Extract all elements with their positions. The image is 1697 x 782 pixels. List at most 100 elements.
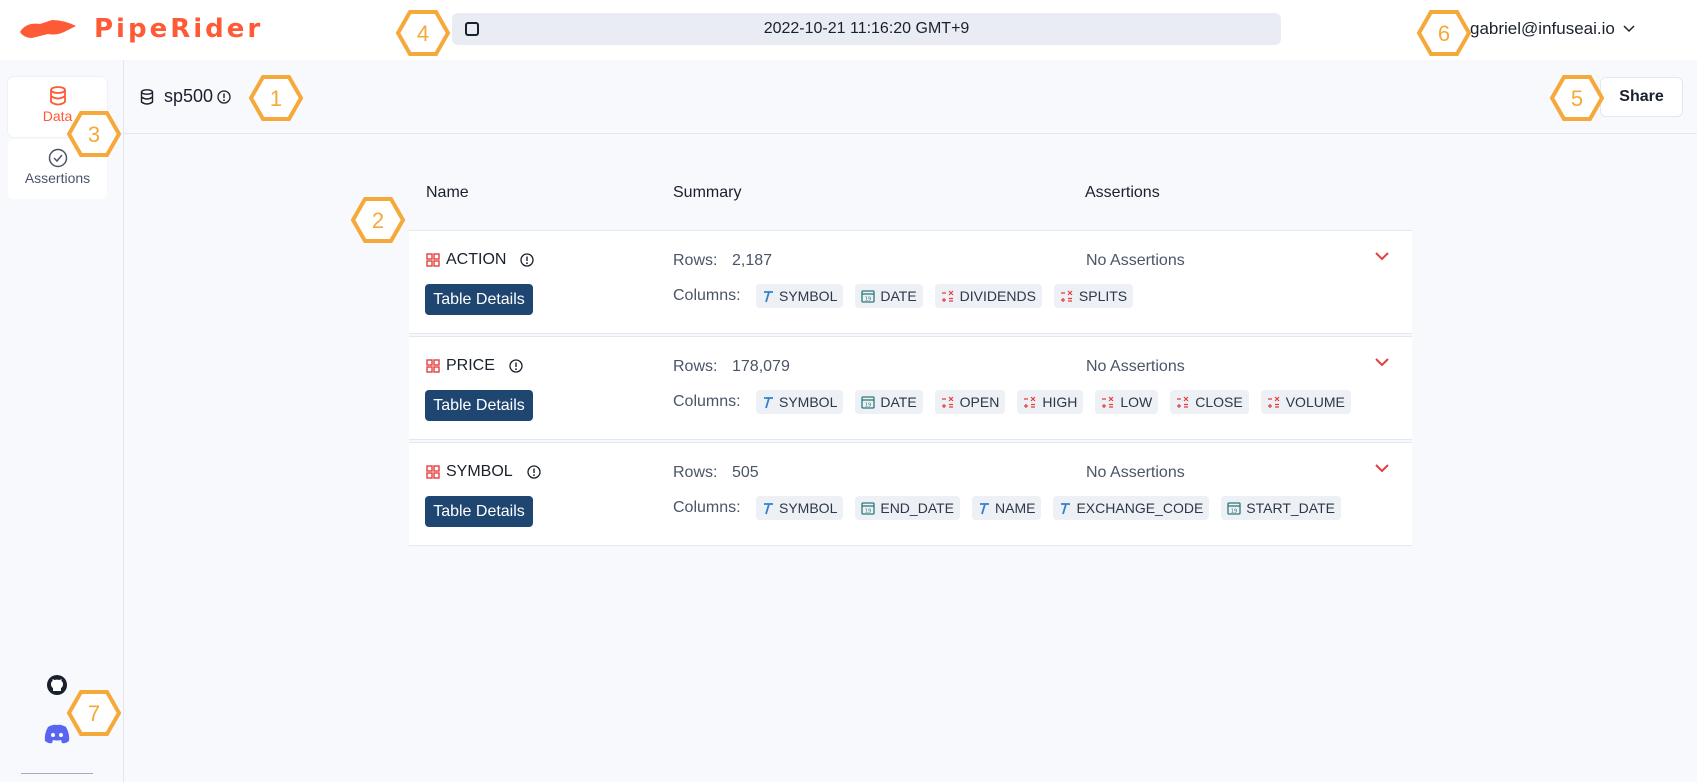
- app-logo[interactable]: PipeRider: [18, 14, 263, 44]
- chevron-down-icon[interactable]: [1374, 251, 1390, 261]
- column-name: NAME: [995, 500, 1036, 516]
- info-icon[interactable]: [527, 465, 541, 479]
- column-name: SPLITS: [1078, 288, 1128, 304]
- text-type-icon: [764, 502, 773, 514]
- row-count: 505: [732, 464, 759, 481]
- column-tag[interactable]: SPLITS: [1053, 284, 1134, 308]
- text-type-icon: [980, 502, 990, 514]
- numeric-type-icon: [941, 396, 954, 408]
- chevron-down-icon[interactable]: [1374, 357, 1390, 367]
- column-tag[interactable]: SYMBOL: [756, 284, 844, 308]
- database-title: sp500: [140, 86, 231, 107]
- database-icon: [49, 86, 66, 106]
- column-tag[interactable]: CLOSE: [1170, 390, 1249, 414]
- table-details-button[interactable]: Table Details: [425, 496, 533, 527]
- text-type-icon: [764, 396, 773, 408]
- column-tag[interactable]: OPEN: [934, 390, 1006, 414]
- svg-text:19: 19: [865, 509, 871, 515]
- database-icon: [140, 88, 154, 105]
- sidebar-item-label: Assertions: [24, 170, 91, 186]
- callout-number: 3: [87, 122, 101, 147]
- column-tag[interactable]: 19 END_DATE: [855, 496, 961, 520]
- callout-marker: 7: [66, 689, 122, 737]
- column-tag[interactable]: DIVIDENDS: [934, 284, 1042, 308]
- callout-marker: 2: [350, 196, 406, 244]
- column-tag-list: SYMBOL 19 END_DATE NAME EXCHANGE_CODE 19 START…: [756, 496, 1341, 520]
- run-datetime-bar[interactable]: 2022-10-21 11:16:20 GMT+9: [452, 13, 1281, 45]
- column-name: OPEN: [959, 394, 1000, 410]
- info-icon[interactable]: [217, 89, 231, 104]
- column-tag[interactable]: VOLUME: [1260, 390, 1351, 414]
- column-tag[interactable]: SYMBOL: [756, 496, 844, 520]
- sidebar-divider: [21, 773, 93, 774]
- column-tag[interactable]: NAME: [972, 496, 1042, 520]
- app-name: PipeRider: [94, 14, 264, 44]
- column-name: START_DATE: [1246, 500, 1335, 516]
- table-name: PRICE: [446, 357, 495, 374]
- info-icon[interactable]: [520, 253, 535, 267]
- table-row[interactable]: SYMBOL Table Details Rows: 505 Columns: SYMBO…: [409, 442, 1412, 546]
- column-tag[interactable]: 19 DATE: [855, 390, 923, 414]
- column-name: SYMBOL: [779, 288, 838, 304]
- content-header: sp500 Share: [124, 60, 1697, 134]
- column-name: DIVIDENDS: [959, 288, 1036, 304]
- column-tag[interactable]: 19 START_DATE: [1221, 496, 1341, 520]
- share-button[interactable]: Share: [1600, 77, 1683, 117]
- table-details-button[interactable]: Table Details: [425, 284, 533, 315]
- column-tag-list: SYMBOL 19 DATE DIVIDENDS SPLITS: [756, 284, 1134, 308]
- table-row[interactable]: ACTION Table Details Rows: 2,187 Columns: SYM…: [409, 230, 1412, 334]
- text-type-icon: [764, 290, 773, 302]
- user-menu[interactable]: gabriel@infuseai.io: [1470, 19, 1635, 39]
- callout-number: 1: [269, 86, 283, 111]
- sidebar: Data Assertions: [0, 60, 124, 782]
- column-name: HIGH: [1042, 394, 1078, 410]
- table-name: ACTION: [446, 251, 507, 268]
- assertion-status: No Assertions: [1086, 358, 1185, 375]
- column-tag[interactable]: SYMBOL: [756, 390, 844, 414]
- columns-label: Columns:: [673, 499, 741, 516]
- calendar-icon: 19: [1227, 502, 1241, 515]
- callout-marker: 5: [1549, 74, 1605, 122]
- column-name: VOLUME: [1285, 394, 1345, 410]
- table-grid-icon: [426, 465, 440, 479]
- column-name: CLOSE: [1195, 394, 1243, 410]
- rows-label: Rows:: [673, 252, 718, 269]
- columns-label: Columns:: [673, 287, 741, 304]
- calendar-icon: 19: [861, 290, 876, 303]
- run-datetime: 2022-10-21 11:16:20 GMT+9: [763, 20, 970, 37]
- numeric-type-icon: [941, 290, 954, 302]
- column-name: DATE: [880, 288, 917, 304]
- column-name: DATE: [880, 394, 917, 410]
- column-tag[interactable]: 19 DATE: [855, 284, 923, 308]
- chevron-down-icon[interactable]: [1374, 463, 1390, 473]
- column-tag[interactable]: EXCHANGE_CODE: [1053, 496, 1210, 520]
- user-email: gabriel@infuseai.io: [1470, 19, 1615, 38]
- numeric-type-icon: [1102, 396, 1114, 408]
- svg-text:19: 19: [865, 403, 871, 409]
- github-icon[interactable]: [46, 674, 68, 696]
- numeric-type-icon: [1060, 290, 1073, 302]
- column-name: END_DATE: [880, 500, 955, 516]
- callout-marker: 3: [66, 110, 122, 158]
- info-icon[interactable]: [509, 359, 523, 373]
- text-type-icon: [1061, 502, 1071, 514]
- column-header-name: Name: [426, 184, 469, 201]
- numeric-type-icon: [1267, 396, 1280, 408]
- table-name-cell: ACTION: [426, 251, 535, 269]
- column-tag[interactable]: HIGH: [1017, 390, 1084, 414]
- table-row[interactable]: PRICE Table Details Rows: 178,079 Columns: SY…: [409, 336, 1412, 440]
- calendar-icon: 19: [861, 396, 876, 409]
- assertion-status: No Assertions: [1086, 464, 1185, 481]
- numeric-type-icon: [1177, 396, 1189, 408]
- callout-number: 5: [1570, 86, 1584, 111]
- row-count: 178,079: [732, 358, 790, 375]
- check-circle-icon: [48, 148, 67, 168]
- calendar-icon: 19: [861, 502, 876, 515]
- svg-text:19: 19: [865, 297, 871, 303]
- piperider-logo-icon: [20, 20, 76, 38]
- callout-marker: 1: [248, 74, 304, 122]
- column-tag[interactable]: LOW: [1095, 390, 1159, 414]
- column-name: SYMBOL: [779, 500, 838, 516]
- columns-label: Columns:: [673, 393, 741, 410]
- table-details-button[interactable]: Table Details: [425, 390, 533, 421]
